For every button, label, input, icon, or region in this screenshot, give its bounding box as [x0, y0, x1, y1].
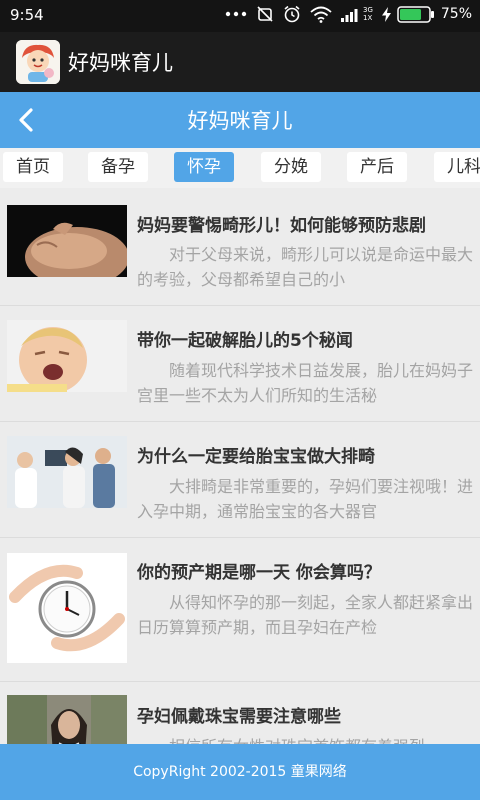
article-title: 你的预产期是哪一天 你会算吗？ — [137, 563, 381, 583]
alarm-icon — [283, 5, 301, 23]
category-tabs: 首页 备孕 怀孕 分娩 产后 儿科 — [0, 148, 480, 188]
tab-chanhou[interactable]: 产后 — [347, 152, 407, 182]
footer: CopyRight 2002-2015 童果网络 — [0, 744, 480, 800]
battery: 75% — [381, 5, 472, 23]
mute-icon — [256, 5, 274, 23]
article-summary: 相信所有女性对珠宝首饰都有着强烈 — [137, 734, 473, 744]
article-thumbnail — [7, 320, 127, 392]
mascot-logo-icon — [16, 40, 60, 84]
article-thumbnail — [7, 436, 127, 508]
status-time: 9:54 — [10, 6, 44, 24]
article-summary: 随着现代科学技术日益发展，胎儿在妈妈子宫里一些不太为人们所知的生活秘 — [137, 361, 473, 405]
article-item[interactable]: 孕妇佩戴珠宝需要注意哪些 相信所有女性对珠宝首饰都有着强烈 — [0, 682, 480, 744]
article-item[interactable]: 妈妈要警惕畸形儿！如何能够预防悲剧 对于父母来说，畸形儿可以说是命运中最大的考验… — [0, 190, 480, 306]
page-title: 好妈咪育儿 — [187, 109, 293, 133]
wifi-icon — [310, 6, 332, 23]
status-icons: 3G 1X 75% — [225, 5, 472, 23]
tab-huaiyun[interactable]: 怀孕 — [174, 152, 234, 182]
nav-bar: 好妈咪育儿 — [0, 92, 480, 148]
article-thumbnail — [7, 553, 127, 663]
battery-icon — [397, 5, 435, 23]
app-name: 好妈咪育儿 — [68, 51, 173, 75]
article-title: 带你一起破解胎儿的5个秘闻 — [137, 331, 353, 351]
app-bar: 好妈咪育儿 — [0, 32, 480, 92]
battery-percent: 75% — [440, 6, 472, 22]
notification-dots-icon — [225, 11, 247, 17]
article-item[interactable]: 带你一起破解胎儿的5个秘闻 随着现代科学技术日益发展，胎儿在妈妈子宫里一些不太为… — [0, 306, 480, 422]
article-title: 孕妇佩戴珠宝需要注意哪些 — [137, 707, 341, 727]
article-summary: 大排畸是非常重要的，孕妈们要注视哦！进入孕中期，通常胎宝宝的各大器官 — [137, 477, 473, 521]
article-summary: 从得知怀孕的那一刻起，全家人都赶紧拿出日历算算预产期，而且孕妇在产检 — [137, 593, 473, 637]
article-title: 为什么一定要给胎宝宝做大排畸 — [137, 447, 375, 467]
tab-shouye[interactable]: 首页 — [3, 152, 63, 182]
article-thumbnail — [7, 205, 127, 277]
article-thumbnail — [7, 695, 127, 744]
network-type-label: 3G 1X — [362, 6, 373, 22]
article-item[interactable]: 为什么一定要给胎宝宝做大排畸 大排畸是非常重要的，孕妈们要注视哦！进入孕中期，通… — [0, 422, 480, 538]
article-summary: 对于父母来说，畸形儿可以说是命运中最大的考验，父母都希望自己的小 — [137, 245, 473, 289]
tab-fenmian[interactable]: 分娩 — [261, 152, 321, 182]
status-bar: 9:54 3G 1X 75% — [0, 0, 480, 32]
article-item[interactable]: 你的预产期是哪一天 你会算吗？ 从得知怀孕的那一刻起，全家人都赶紧拿出日历算算预… — [0, 538, 480, 682]
signal-icon: 3G 1X — [340, 6, 373, 22]
article-list: 妈妈要警惕畸形儿！如何能够预防悲剧 对于父母来说，畸形儿可以说是命运中最大的考验… — [0, 190, 480, 744]
article-title: 妈妈要警惕畸形儿！如何能够预防悲剧 — [137, 216, 426, 236]
tab-beiyun[interactable]: 备孕 — [88, 152, 148, 182]
tab-erke[interactable]: 儿科 — [434, 152, 480, 182]
charging-icon — [381, 6, 391, 22]
